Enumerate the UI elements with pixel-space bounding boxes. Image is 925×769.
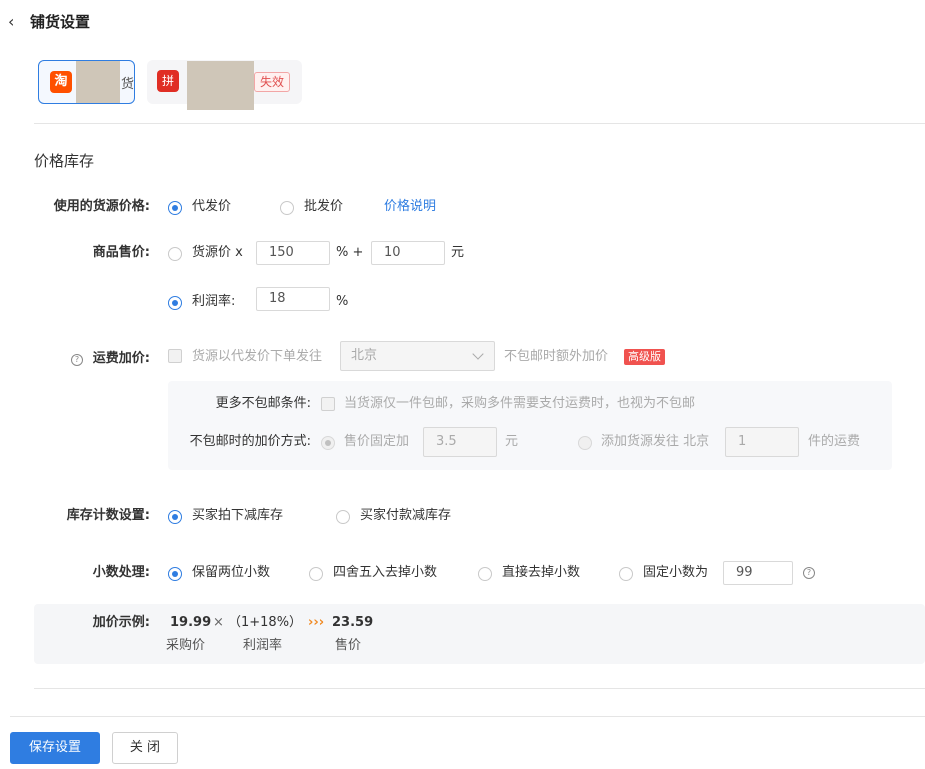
radio-profit-rate[interactable] <box>168 296 182 310</box>
source-price-label: 使用的货源价格: <box>53 199 150 214</box>
radio-fixed-decimals[interactable] <box>619 567 633 581</box>
example-label: 加价示例: <box>92 615 150 630</box>
fixed-decimal-input[interactable]: 99 <box>723 561 793 585</box>
section-title: 价格库存 <box>34 152 95 170</box>
sale-price-label: 商品售价: <box>92 245 150 260</box>
store-name-tail: 货 <box>121 77 135 92</box>
option-dropship-price[interactable]: 代发价 <box>192 197 231 217</box>
radio-truncate-decimals[interactable] <box>478 567 492 581</box>
fixed-markup-unit: 元 <box>505 434 519 449</box>
shipping-checkbox-text: 货源以代发价下单发往 <box>192 349 323 364</box>
advanced-version-badge: 高级版 <box>624 349 665 365</box>
store-card-taobao[interactable]: 淘 货 <box>38 60 135 104</box>
status-badge-invalid: 失效 <box>254 72 291 92</box>
help-icon[interactable]: ? <box>71 354 83 366</box>
store-card-pdd[interactable]: 拼 失效 <box>147 60 302 110</box>
example-result-value: 23.59 <box>332 615 374 630</box>
profit-rate-input[interactable]: 18 <box>256 287 330 311</box>
purchase-caption: 采购价 <box>166 638 206 653</box>
shipping-label: 运费加价: <box>92 351 150 366</box>
add-shipping-suffix: 件的运费 <box>808 434 861 449</box>
percent-text: % <box>336 294 349 309</box>
option-truncate-decimals[interactable]: 直接去掉小数 <box>502 563 580 583</box>
radio-add-shipping[interactable] <box>578 436 592 450</box>
option-fixed-decimals[interactable]: 固定小数为 <box>643 563 708 583</box>
markup-method-label: 不包邮时的加价方式: <box>189 434 311 449</box>
help-icon[interactable]: ? <box>803 567 815 579</box>
option-keep-two-decimals[interactable]: 保留两位小数 <box>192 563 270 583</box>
radio-fixed-markup[interactable] <box>321 436 335 450</box>
example-formula: （1+18%） <box>228 615 303 630</box>
more-conditions-label: 更多不包邮条件: <box>215 396 311 411</box>
pdd-logo-icon: 拼 <box>157 70 179 92</box>
sale-caption: 售价 <box>335 638 362 653</box>
fixed-markup-input[interactable]: 3.5 <box>423 427 497 457</box>
times-sign: × <box>213 615 224 630</box>
decimal-label: 小数处理: <box>92 565 150 580</box>
option-stock-on-payment[interactable]: 买家付款减库存 <box>360 506 451 526</box>
more-conditions-text: 当货源仅一件包邮，采购多件需要支付运费时，也视为不包邮 <box>344 396 696 411</box>
option-stock-on-order[interactable]: 买家拍下减库存 <box>192 506 283 526</box>
region-select[interactable]: 北京 <box>340 341 495 371</box>
save-settings-button[interactable]: 保存设置 <box>10 732 100 764</box>
price-help-link[interactable]: 价格说明 <box>384 197 436 217</box>
divider <box>34 123 925 124</box>
yuan-unit-text: 元 <box>451 245 465 260</box>
radio-source-multiplier[interactable] <box>168 247 182 261</box>
shipping-checkbox[interactable] <box>168 349 182 363</box>
redacted-store-name <box>187 61 254 110</box>
radio-round-decimals[interactable] <box>309 567 323 581</box>
multiplier-input[interactable]: 150 <box>256 241 330 265</box>
radio-keep-two-decimals[interactable] <box>168 567 182 581</box>
radio-dropship-price[interactable] <box>168 201 182 215</box>
radio-stock-on-order[interactable] <box>168 510 182 524</box>
chevron-left-icon[interactable]: ‹ <box>8 12 22 32</box>
stock-label: 库存计数设置: <box>66 508 150 523</box>
close-button[interactable]: 关 闭 <box>112 732 178 764</box>
redacted-store-name <box>76 61 120 103</box>
percent-plus-text: % + <box>336 245 364 260</box>
option-round-decimals[interactable]: 四舍五入去掉小数 <box>333 563 437 583</box>
add-shipping-text: 添加货源发往 北京 <box>601 434 710 449</box>
radio-stock-on-payment[interactable] <box>336 510 350 524</box>
shipping-suffix-text: 不包邮时额外加价 <box>504 349 609 364</box>
page-title: 铺货设置 <box>30 13 91 31</box>
profit-rate-text: 利润率: <box>192 294 236 309</box>
fixed-markup-text: 售价固定加 <box>344 434 410 449</box>
region-select-value: 北京 <box>351 348 378 363</box>
taobao-logo-icon: 淘 <box>50 71 72 93</box>
addend-input[interactable]: 10 <box>371 241 445 265</box>
shipping-count-input[interactable]: 1 <box>725 427 799 457</box>
example-purchase-value: 19.99 <box>170 615 212 630</box>
footer-divider <box>10 716 925 717</box>
arrow-right-icon: ››› <box>308 615 325 630</box>
source-multiplier-text: 货源价 x <box>192 245 243 260</box>
radio-wholesale-price[interactable] <box>280 201 294 215</box>
profit-caption: 利润率 <box>243 638 283 653</box>
option-wholesale-price[interactable]: 批发价 <box>304 197 343 217</box>
chevron-down-icon <box>472 348 484 360</box>
more-conditions-checkbox[interactable] <box>321 397 335 411</box>
divider <box>34 688 925 689</box>
